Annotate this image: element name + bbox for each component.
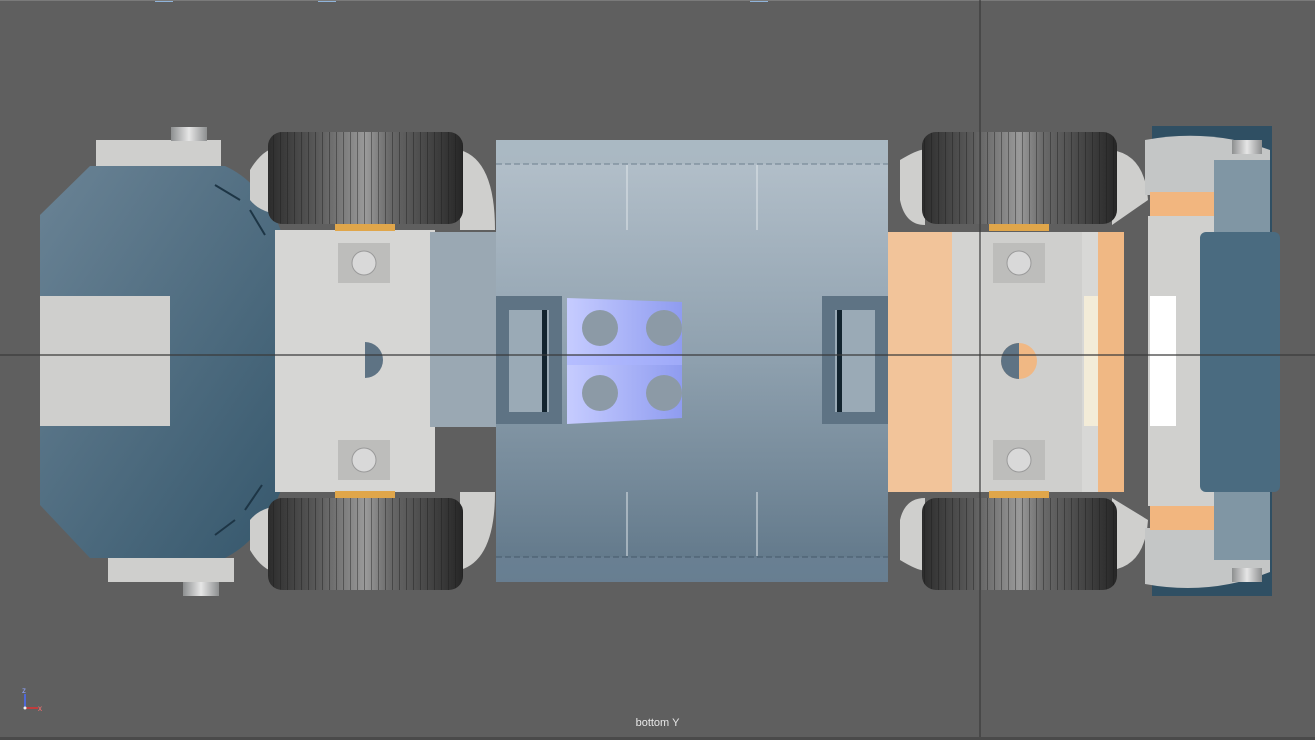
front-right-wheel[interactable]: [250, 492, 495, 590]
rear-bumper-assembly[interactable]: [1145, 126, 1280, 596]
front-left-wheel[interactable]: [250, 132, 495, 230]
z-axis-label: z: [22, 686, 26, 695]
left-mount-bracket[interactable]: [496, 296, 562, 424]
front-axle-housing[interactable]: [275, 222, 500, 500]
rear-axle-housing[interactable]: [888, 222, 1124, 500]
rear-left-wheel[interactable]: [900, 132, 1148, 225]
3d-viewport-bottom[interactable]: z x bottom Y: [0, 0, 1315, 740]
x-axis-label: x: [38, 704, 42, 713]
viewport-top-border: [0, 0, 1315, 1]
right-mount-bracket[interactable]: [822, 296, 888, 424]
vehicle-model-scene[interactable]: z x: [0, 0, 1315, 740]
selected-connector-plate[interactable]: [567, 298, 682, 424]
axis-orientation-gizmo: z x: [22, 686, 42, 713]
axis-origin: [23, 706, 27, 710]
view-name-label: bottom Y: [635, 717, 680, 729]
rear-right-wheel[interactable]: [900, 498, 1148, 590]
